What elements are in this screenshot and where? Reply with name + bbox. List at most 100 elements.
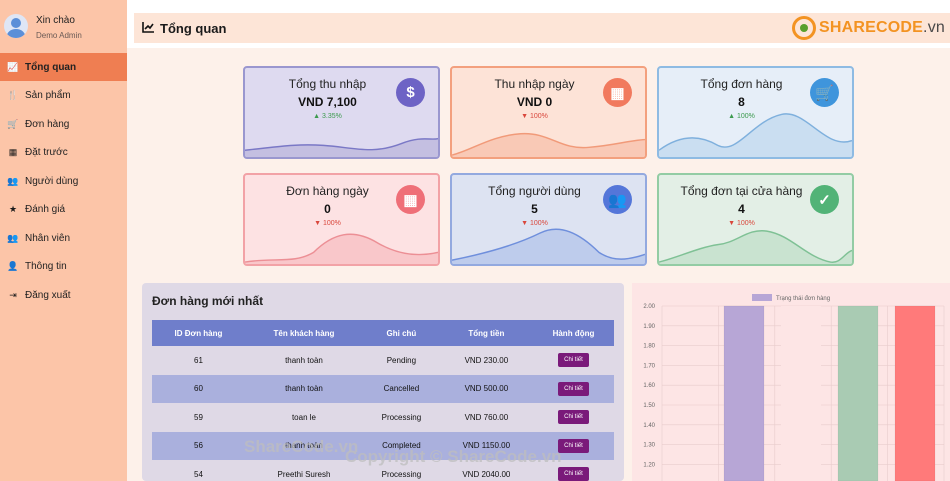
stat-value: VND 7,100	[298, 95, 357, 109]
logo-domain: .vn	[923, 19, 945, 36]
order-status-bar-chart: 2.00 1.90 1.80 1.70 1.60 1.50 1.40 1.30 1.20 Trạn…	[643, 294, 945, 481]
stat-card-1: Thu nhập ngày VND 0 ▼ 100% ▦	[450, 66, 647, 159]
stat-delta: ▲ 3.35%	[313, 113, 342, 120]
sidebar-item-label: Tổng quan	[25, 61, 77, 73]
detail-button[interactable]: Chi tiết	[558, 353, 589, 368]
logo-text: SHARECODE	[819, 19, 924, 36]
sidebar-item-6[interactable]: 👥 Nhân viên	[0, 224, 127, 252]
users-icon: 👥	[7, 175, 19, 186]
order-total: VND 230.00	[464, 355, 509, 365]
stat-label: Thu nhập ngày	[494, 77, 575, 91]
greeting: Xin chào	[36, 15, 75, 26]
staff-icon: 👥	[7, 232, 19, 243]
sidebar-item-8[interactable]: ⇥ Đăng xuất	[0, 281, 127, 309]
stat-value: 4	[738, 202, 745, 216]
stat-value: 8	[738, 95, 745, 109]
stat-card-2: Tổng đơn hàng 8 ▲ 100% 🛒	[657, 66, 854, 159]
order-id: 54	[194, 469, 203, 479]
user-profile[interactable]: Xin chào Demo Admin	[0, 0, 127, 48]
order-action: Chi tiết	[533, 346, 614, 375]
y-tick-label: 1.50	[643, 403, 655, 409]
sidebar-item-label: Người dùng	[25, 175, 79, 187]
avatar	[4, 14, 28, 38]
order-action: Chi tiết	[532, 374, 614, 403]
chart-line-icon	[142, 22, 154, 33]
stat-card-0: Tổng thu nhập VND 7,100 ▲ 3.35% $	[243, 66, 440, 159]
stat-value: 5	[531, 202, 538, 216]
detail-button[interactable]: Chi tiết	[558, 381, 589, 396]
stat-delta: ▼ 100%	[521, 113, 548, 120]
order-name: thanh toàn	[285, 355, 323, 365]
chart-bar[interactable]	[894, 305, 936, 481]
stat-label: Tổng thu nhập	[288, 77, 367, 91]
stat-label: Tổng người dùng	[488, 184, 581, 198]
chart-line-icon: 📈	[7, 61, 19, 72]
order-id: 60	[152, 374, 245, 403]
watermark: ShareCode.vn	[244, 437, 359, 456]
chart-bar[interactable]	[837, 305, 879, 481]
sidebar-item-7[interactable]: 👤 Thông tin	[0, 252, 127, 280]
sidebar-item-3[interactable]: ▦ Đặt trước	[0, 138, 127, 166]
stat-delta: ▲ 100%	[728, 113, 755, 120]
table-row: 61 thanh toàn Pending VND 230.00 Chi tiết	[152, 346, 614, 375]
stat-value: 0	[324, 202, 331, 216]
calendar-icon: ▦	[603, 78, 632, 107]
sidebar-item-label: Đặt trước	[25, 146, 68, 158]
order-note: Pending	[386, 355, 417, 365]
table-row: 60 thanh toàn Cancelled VND 500.00 Chi tiết	[152, 374, 614, 403]
detail-button[interactable]: Chi tiết	[558, 410, 589, 425]
sharecode-logo[interactable]: SHARECODE.vn	[792, 13, 945, 43]
stat-card-4: Tổng người dùng 5 ▼ 100% 👥	[450, 173, 647, 266]
order-id: 59	[194, 412, 203, 422]
legend-label: Trạng thái đơn hàng	[776, 296, 830, 302]
column-header: ID Đơn hàng	[152, 320, 245, 346]
page-title: Tổng quan	[160, 21, 227, 36]
user-icon: 👤	[7, 260, 19, 271]
sidebar-item-label: Đơn hàng	[25, 118, 70, 130]
order-name: thanh toàn	[244, 374, 364, 403]
sidebar-item-label: Đăng xuất	[25, 289, 71, 301]
order-id: 56	[152, 431, 245, 460]
y-tick-label: 1.60	[643, 383, 655, 389]
sidebar-item-5[interactable]: ★ Đánh giá	[0, 195, 127, 223]
y-tick-label: 1.80	[643, 344, 655, 350]
stat-value: VND 0	[516, 95, 553, 109]
utensils-icon: 🍴	[7, 89, 19, 100]
legend-swatch	[752, 294, 772, 301]
latest-orders-title: Đơn hàng mới nhất	[152, 294, 264, 308]
y-tick-label: 2.00	[643, 304, 655, 310]
sidebar-item-0[interactable]: 📈 Tổng quan	[0, 53, 127, 81]
stat-card-5: Tổng đơn tại cửa hàng 4 ▼ 100% ✓	[657, 173, 854, 266]
order-action: Chi tiết	[533, 403, 614, 432]
star-icon: ★	[8, 203, 18, 214]
order-note: Processing	[381, 412, 422, 422]
column-header: Tên khách hàng	[244, 320, 364, 346]
users-icon: 👥	[603, 185, 632, 214]
column-header: Hành động	[532, 320, 614, 346]
stat-delta: ▼ 100%	[521, 220, 548, 227]
stat-card-3: Đơn hàng ngày 0 ▼ 100% ▦	[243, 173, 440, 266]
chart-bar[interactable]	[781, 306, 821, 481]
column-header: Tổng tiền	[439, 320, 533, 346]
sidebar-item-2[interactable]: 🛒 Đơn hàng	[0, 110, 127, 138]
sidebar-item-1[interactable]: 🍴 Sản phẩm	[0, 81, 127, 109]
detail-button[interactable]: Chi tiết	[558, 438, 589, 453]
y-tick-label: 1.20	[643, 462, 655, 468]
chart-bar[interactable]	[723, 305, 765, 481]
y-tick-label: 1.90	[643, 324, 655, 330]
sidebar-item-4[interactable]: 👥 Người dùng	[0, 167, 127, 195]
y-tick-label: 1.30	[643, 443, 655, 449]
logout-icon: ⇥	[9, 289, 17, 300]
order-total: VND 760.00	[464, 412, 509, 422]
sidebar-item-label: Nhân viên	[25, 232, 71, 244]
order-status-chart: 2.00 1.90 1.80 1.70 1.60 1.50 1.40 1.30 1.20 Trạn…	[632, 283, 950, 481]
header: Tổng quan SHARECODE.vn	[134, 13, 950, 43]
y-tick-label: 1.40	[643, 423, 655, 429]
sidebar-item-label: Đánh giá	[25, 203, 66, 215]
calendar-check-icon: ✓	[810, 185, 839, 214]
copyright-watermark: Copyright © ShareCode.vn	[345, 447, 562, 466]
detail-button[interactable]: Chi tiết	[558, 467, 589, 481]
order-name: toan le	[291, 412, 316, 422]
y-tick-label: 1.70	[643, 363, 655, 369]
stat-label: Đơn hàng ngày	[286, 184, 369, 198]
